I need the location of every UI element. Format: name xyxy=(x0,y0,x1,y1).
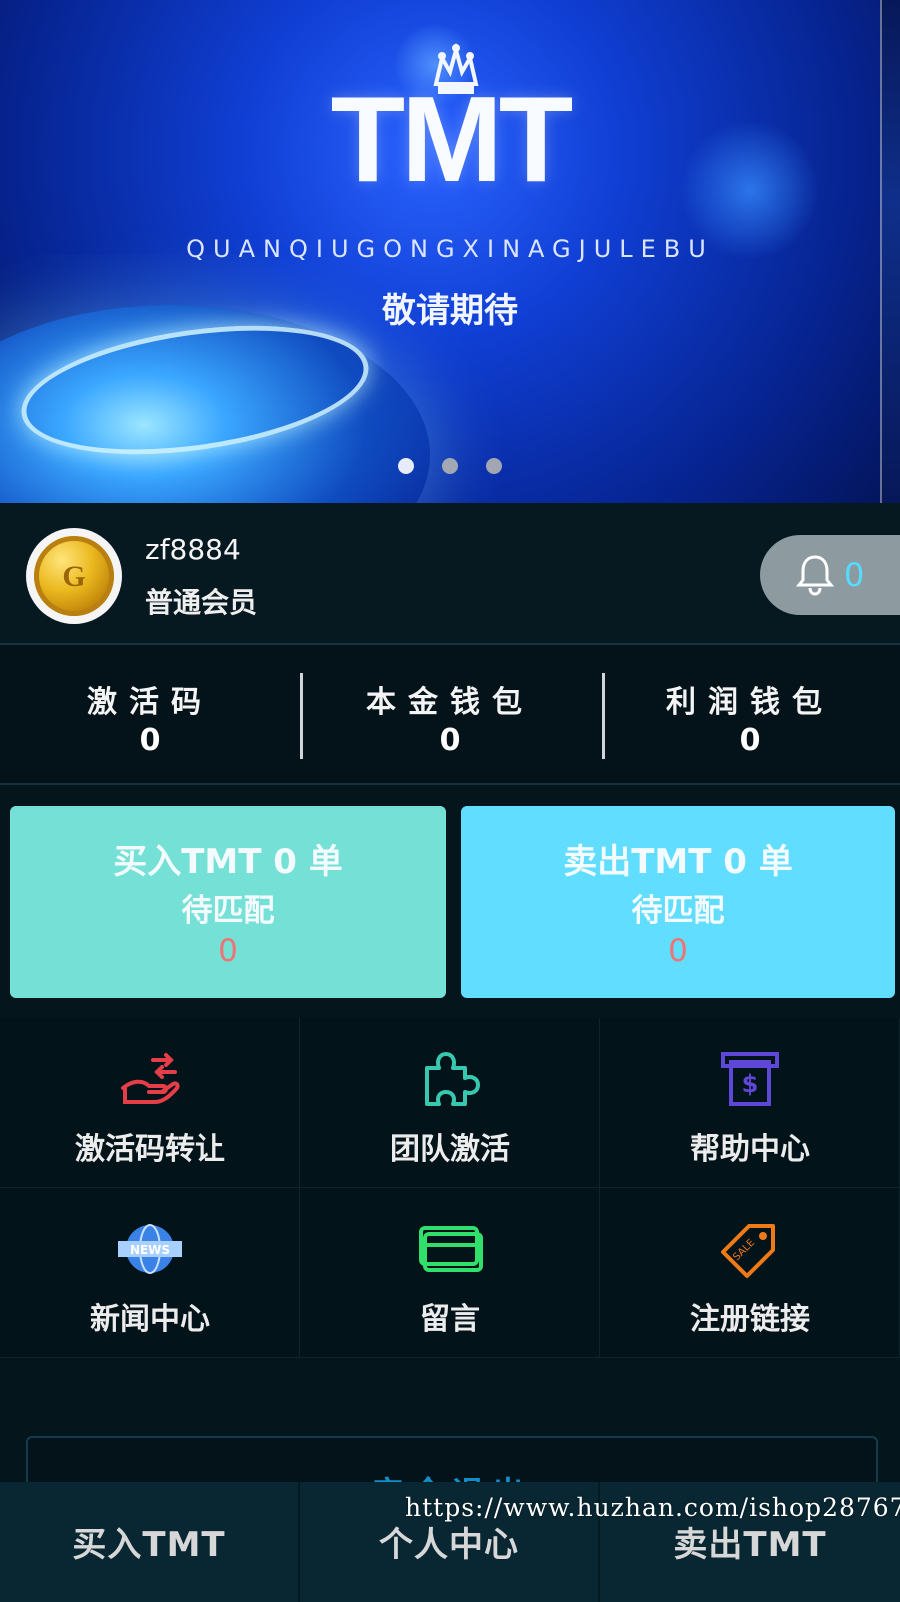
puzzle-icon xyxy=(425,1052,480,1106)
menu-label: 帮助中心 xyxy=(690,1132,810,1167)
card-message-icon xyxy=(419,1226,483,1272)
brand-logo-text: TMT xyxy=(330,71,574,207)
sell-tmt-card[interactable]: 卖出TMT 0 单 待匹配 0 xyxy=(461,806,895,998)
wallet-label: 利润钱包 xyxy=(666,685,834,720)
membership-level: 普通会员 xyxy=(145,586,258,619)
banner-tagline: 敬请期待 xyxy=(382,291,518,331)
menu-label: 新闻中心 xyxy=(90,1302,210,1337)
sell-card-status: 待匹配 xyxy=(631,893,725,929)
username: zf8884 xyxy=(145,533,241,566)
wallet-value: 0 xyxy=(439,723,461,758)
carousel-dot[interactable] xyxy=(442,458,458,474)
sell-card-title: 卖出TMT 0 单 xyxy=(563,842,793,882)
nav-buy-tmt[interactable]: 买入TMT xyxy=(0,1482,300,1602)
watermark-url: https://www.huzhan.com/ishop28767 xyxy=(405,1493,900,1522)
wallet-profit[interactable]: 利润钱包 0 xyxy=(600,645,900,785)
bell-icon xyxy=(795,555,835,596)
hand-transfer-icon xyxy=(121,1053,180,1104)
tag-icon: SALE xyxy=(721,1224,775,1278)
menu-team-activation[interactable]: 团队激活 xyxy=(300,1018,600,1188)
buy-card-status: 待匹配 xyxy=(181,893,275,929)
avatar-letter: G xyxy=(62,560,86,593)
avatar[interactable]: G xyxy=(26,528,122,624)
svg-text:NEWS: NEWS xyxy=(130,1243,170,1257)
menu-label: 团队激活 xyxy=(390,1132,510,1167)
notification-count: 0 xyxy=(844,556,865,594)
carousel-dot-active[interactable] xyxy=(398,458,414,474)
banner-subtitle: QUANQIUGONGXINAGJULEBU xyxy=(186,235,714,263)
menu-label: 留言 xyxy=(420,1302,480,1337)
wallet-label: 激活码 xyxy=(87,685,213,720)
wallet-value: 0 xyxy=(139,723,161,758)
wallet-label: 本金钱包 xyxy=(366,685,534,720)
buy-tmt-card[interactable]: 买入TMT 0 单 待匹配 0 xyxy=(10,806,446,998)
wallet-principal[interactable]: 本金钱包 0 xyxy=(300,645,600,785)
menu-activation-code-transfer[interactable]: 激活码转让 xyxy=(0,1018,300,1188)
user-profile-row: G zf8884 普通会员 0 xyxy=(0,503,900,645)
menu-label: 激活码转让 xyxy=(75,1132,225,1167)
wallet-activation-code[interactable]: 激活码 0 xyxy=(0,645,300,785)
banner-carousel[interactable]: TMT QUANQIUGONGXINAGJULEBU 敬请期待 xyxy=(0,0,900,503)
wallet-value: 0 xyxy=(739,723,761,758)
carousel-dot[interactable] xyxy=(486,458,502,474)
carousel-indicator xyxy=(0,458,900,474)
wallet-summary: 激活码 0 本金钱包 0 利润钱包 0 xyxy=(0,645,900,785)
coin-avatar-icon: G xyxy=(34,536,114,616)
app-root: TMT QUANQIUGONGXINAGJULEBU 敬请期待 G zf8884… xyxy=(0,0,900,1602)
menu-help-center[interactable]: $ 帮助中心 xyxy=(600,1018,900,1188)
buy-card-title: 买入TMT 0 单 xyxy=(113,842,343,882)
menu-registration-link[interactable]: SALE 注册链接 xyxy=(600,1188,900,1358)
menu-news-center[interactable]: NEWS 新闻中心 xyxy=(0,1188,300,1358)
menu-message[interactable]: 留言 xyxy=(300,1188,600,1358)
svg-text:$: $ xyxy=(742,1070,759,1098)
news-globe-icon: NEWS xyxy=(118,1224,182,1274)
sell-card-count: 0 xyxy=(668,933,688,969)
feature-grid: 激活码转让 团队激活 $ 帮助中心 NEWS 新闻中心 留言 SALE 注册链接 xyxy=(0,1018,900,1358)
atm-dollar-icon: $ xyxy=(721,1052,779,1106)
menu-label: 注册链接 xyxy=(690,1302,810,1337)
buy-card-count: 0 xyxy=(218,933,238,969)
notification-button[interactable]: 0 xyxy=(760,535,900,615)
